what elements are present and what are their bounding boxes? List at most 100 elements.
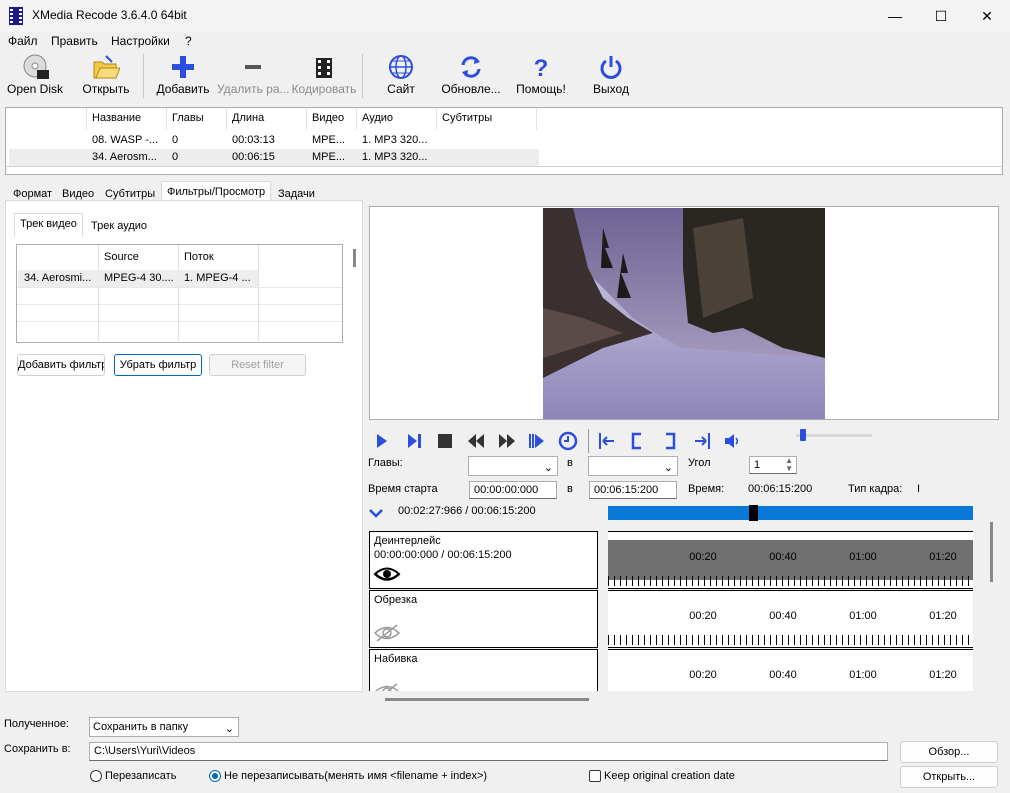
site-button[interactable]: Сайт: [378, 52, 424, 100]
go-to-start-icon[interactable]: [597, 431, 617, 451]
column-header[interactable]: Видео: [312, 112, 344, 124]
subtab-video-track[interactable]: Трек видео: [14, 213, 83, 236]
start-time-label: Время старта: [368, 483, 438, 495]
column-header[interactable]: Название: [92, 112, 141, 124]
tracks-horizontal-scrollbar[interactable]: [385, 698, 589, 701]
column-header[interactable]: Аудио: [362, 112, 393, 124]
column-header[interactable]: Субтитры: [442, 112, 492, 124]
table-row[interactable]: 34. Aerosmi... MPEG-4 30.... 1. MPEG-4 .…: [18, 270, 258, 287]
open-folder-button[interactable]: Открыть...: [900, 766, 998, 788]
open-button[interactable]: Открыть: [78, 52, 134, 100]
overwrite-radio[interactable]: [90, 770, 102, 782]
remove-button[interactable]: Удалить ра...: [217, 52, 290, 100]
skip-end-icon[interactable]: [527, 431, 547, 451]
filter-table[interactable]: Source Поток 34. Aerosmi... MPEG-4 30...…: [16, 244, 343, 343]
table-row[interactable]: 34. Aerosm... 0 00:06:15 MPE... 1. MP3 3…: [9, 149, 539, 166]
help-button[interactable]: ? Помощь!: [512, 52, 570, 100]
exit-button[interactable]: Выход: [588, 52, 634, 100]
eye-closed-icon[interactable]: [373, 683, 401, 691]
reset-filter-button[interactable]: Reset filter: [209, 354, 306, 376]
tracks-vertical-scrollbar[interactable]: [990, 522, 993, 582]
clock-icon[interactable]: [558, 431, 578, 451]
time-value: 00:06:15:200: [748, 483, 813, 495]
eye-open-icon[interactable]: [373, 565, 401, 583]
volume-icon[interactable]: [722, 431, 742, 451]
close-button[interactable]: ✕: [964, 0, 1010, 32]
chapters-end-select[interactable]: ⌄: [588, 456, 678, 476]
add-filter-button[interactable]: Добавить фильтр: [17, 354, 105, 376]
play-icon[interactable]: [372, 431, 392, 451]
go-to-end-icon[interactable]: [692, 431, 712, 451]
timeline-tick: 00:20: [689, 551, 717, 563]
keep-date-label: Keep original creation date: [604, 770, 735, 782]
plus-icon: [172, 56, 194, 78]
encode-button[interactable]: Кодировать: [291, 52, 357, 100]
end-time-field[interactable]: 00:06:15:200: [589, 481, 677, 499]
column-header[interactable]: Длина: [232, 112, 264, 124]
menu-file[interactable]: Файл: [8, 34, 38, 48]
chapters-start-select[interactable]: ⌄: [468, 456, 558, 476]
menu-settings[interactable]: Настройки: [111, 34, 170, 48]
browse-button[interactable]: Обзор...: [900, 741, 998, 763]
timeline-tick: 01:20: [929, 610, 957, 622]
column-header[interactable]: Поток: [184, 251, 214, 263]
chevron-down-icon: ⌄: [663, 462, 673, 474]
panel-scrollbar[interactable]: [353, 249, 356, 267]
angle-stepper[interactable]: 1 ▲ ▼: [749, 456, 797, 474]
video-frame-image: [543, 208, 825, 419]
track-crop[interactable]: Обрезка: [369, 590, 598, 648]
add-button[interactable]: Добавить: [153, 52, 213, 100]
timeline-tick: 01:20: [929, 669, 957, 681]
timeline-tick: 01:00: [849, 551, 877, 563]
save-path-field[interactable]: C:\Users\Yuri\Videos: [89, 742, 888, 761]
track-name: Обрезка: [374, 594, 418, 606]
refresh-icon: [461, 56, 481, 78]
chevron-down-icon: ⌄: [224, 723, 234, 735]
set-start-icon[interactable]: [627, 431, 647, 451]
open-disk-button[interactable]: Open Disk: [6, 52, 64, 100]
volume-slider[interactable]: [796, 434, 872, 437]
stop-icon[interactable]: [435, 431, 455, 451]
chevron-down-icon: ⌄: [543, 462, 553, 474]
subtab-audio-track[interactable]: Трек аудио: [85, 215, 153, 237]
track-deinterlace[interactable]: Деинтерлейс 00:00:00:000 / 00:06:15:200: [369, 531, 598, 589]
next-frame-icon[interactable]: [404, 431, 424, 451]
window-title: XMedia Recode 3.6.4.0 64bit: [32, 8, 187, 22]
disc-icon: [23, 54, 49, 79]
eye-closed-icon[interactable]: [373, 624, 401, 642]
timeline-tick: 00:20: [689, 669, 717, 681]
menu-edit[interactable]: Править: [51, 34, 98, 48]
keep-date-checkbox[interactable]: [589, 770, 601, 782]
start-time-field[interactable]: 00:00:00:000: [469, 481, 557, 499]
timeline-tick: 01:00: [849, 669, 877, 681]
volume-slider-thumb[interactable]: [800, 429, 806, 441]
received-select[interactable]: Сохранить в папку ⌄: [89, 717, 239, 737]
video-frame: [543, 208, 825, 419]
minimize-button[interactable]: —: [872, 0, 918, 32]
seek-thumb[interactable]: [749, 505, 758, 521]
chapters-label: Главы:: [368, 457, 403, 469]
no-overwrite-radio[interactable]: [209, 770, 221, 782]
table-row[interactable]: 08. WASP -... 0 00:03:13 MPE... 1. MP3 3…: [9, 132, 539, 149]
set-end-icon[interactable]: [660, 431, 680, 451]
timeline-deinterlace[interactable]: 00:20 00:40 01:00 01:20: [608, 531, 973, 589]
track-range: 00:00:00:000 / 00:06:15:200: [374, 549, 512, 561]
timeline-padding[interactable]: 00:20 00:40 01:00 01:20: [608, 649, 973, 691]
column-header[interactable]: Source: [104, 251, 139, 263]
remove-filter-button[interactable]: Убрать фильтр: [114, 354, 202, 376]
toolbar: Open Disk Открыть Добавить Удалить ра...…: [0, 50, 1010, 102]
file-list[interactable]: Название Главы Длина Видео Аудио Субтитр…: [5, 107, 1003, 175]
fast-forward-icon[interactable]: [497, 431, 517, 451]
maximize-button[interactable]: ☐: [918, 0, 964, 32]
chevron-down-icon[interactable]: [368, 507, 384, 519]
track-padding[interactable]: Набивка: [369, 649, 598, 691]
update-button[interactable]: Обновле...: [440, 52, 502, 100]
column-header[interactable]: Главы: [172, 112, 204, 124]
menu-help[interactable]: ?: [185, 34, 192, 48]
timeline-crop[interactable]: 00:20 00:40 01:00 01:20: [608, 590, 973, 648]
rewind-icon[interactable]: [466, 431, 486, 451]
question-icon: ?: [534, 55, 549, 80]
film-icon: [316, 58, 332, 78]
spin-arrows-icon[interactable]: ▲ ▼: [785, 457, 793, 473]
seek-bar[interactable]: [608, 505, 973, 521]
